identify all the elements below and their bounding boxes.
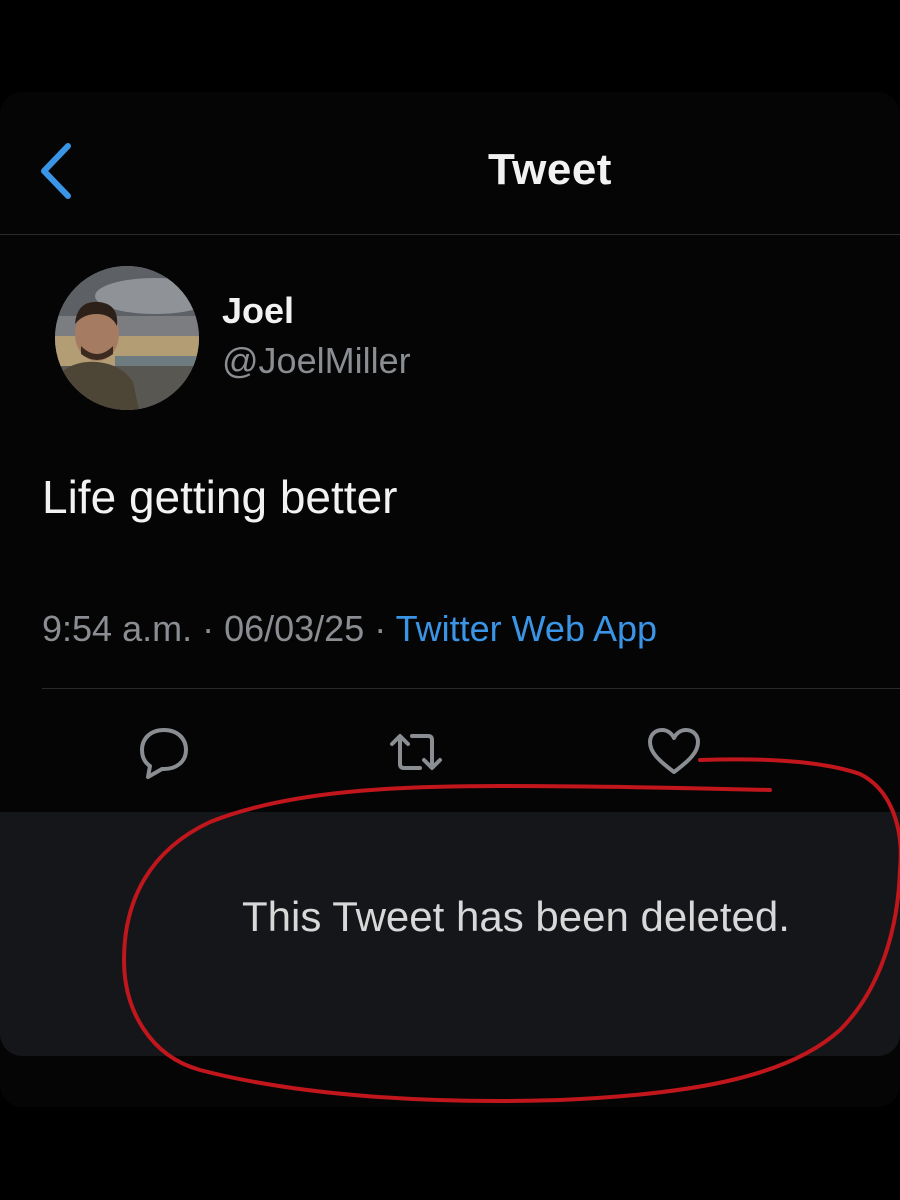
tweet-meta: 9:54 a.m. · 06/03/25 · Twitter Web App xyxy=(42,608,657,650)
retweet-button[interactable] xyxy=(386,722,446,782)
tweet-time: 9:54 a.m. xyxy=(42,608,193,649)
actions-divider xyxy=(42,688,900,689)
like-button[interactable] xyxy=(644,722,704,782)
retweet-icon xyxy=(390,734,442,770)
avatar-photo xyxy=(55,266,199,410)
tweet-date: 06/03/25 xyxy=(224,608,365,649)
heart-icon xyxy=(648,728,700,774)
tweet-source-link[interactable]: Twitter Web App xyxy=(396,608,657,649)
tweet-text: Life getting better xyxy=(42,471,398,523)
deleted-notice: This Tweet has been deleted. xyxy=(242,893,790,940)
reply-button[interactable] xyxy=(134,722,194,782)
page-title: Tweet xyxy=(488,145,612,194)
meta-separator: · xyxy=(192,608,225,649)
header-divider xyxy=(0,234,900,235)
avatar[interactable] xyxy=(55,266,199,410)
user-handle[interactable]: @JoelMiller xyxy=(222,340,411,382)
reply-icon xyxy=(140,728,188,779)
meta-separator: · xyxy=(364,608,396,649)
display-name[interactable]: Joel xyxy=(222,290,294,332)
